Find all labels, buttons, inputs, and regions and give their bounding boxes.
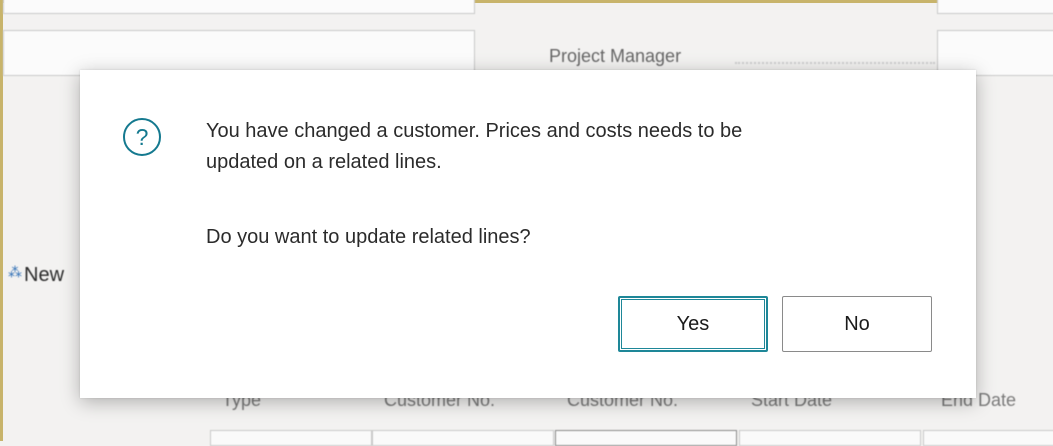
project-manager-dots: [735, 62, 935, 64]
dialog-question: Do you want to update related lines?: [206, 226, 531, 248]
table-cell[interactable]: [555, 430, 737, 446]
table-cell[interactable]: [210, 430, 372, 446]
table-cell[interactable]: [923, 430, 1053, 446]
bg-field-top-right: [937, 0, 1053, 14]
no-button[interactable]: No: [782, 296, 932, 352]
new-action-label: New: [24, 264, 65, 286]
new-action[interactable]: ⁂ New: [8, 264, 64, 287]
dialog-message-line-2: updated on a related lines.: [206, 151, 442, 173]
new-icon: ⁂: [8, 264, 22, 280]
question-circle-icon: ?: [123, 118, 161, 156]
project-manager-label: Project Manager: [549, 46, 682, 66]
bg-field-top-left: [3, 0, 475, 14]
table-cell[interactable]: [739, 430, 921, 446]
dialog-message-line-1: You have changed a customer. Prices and …: [206, 120, 743, 142]
table-cell[interactable]: [372, 430, 554, 446]
yes-button[interactable]: Yes: [618, 296, 768, 352]
